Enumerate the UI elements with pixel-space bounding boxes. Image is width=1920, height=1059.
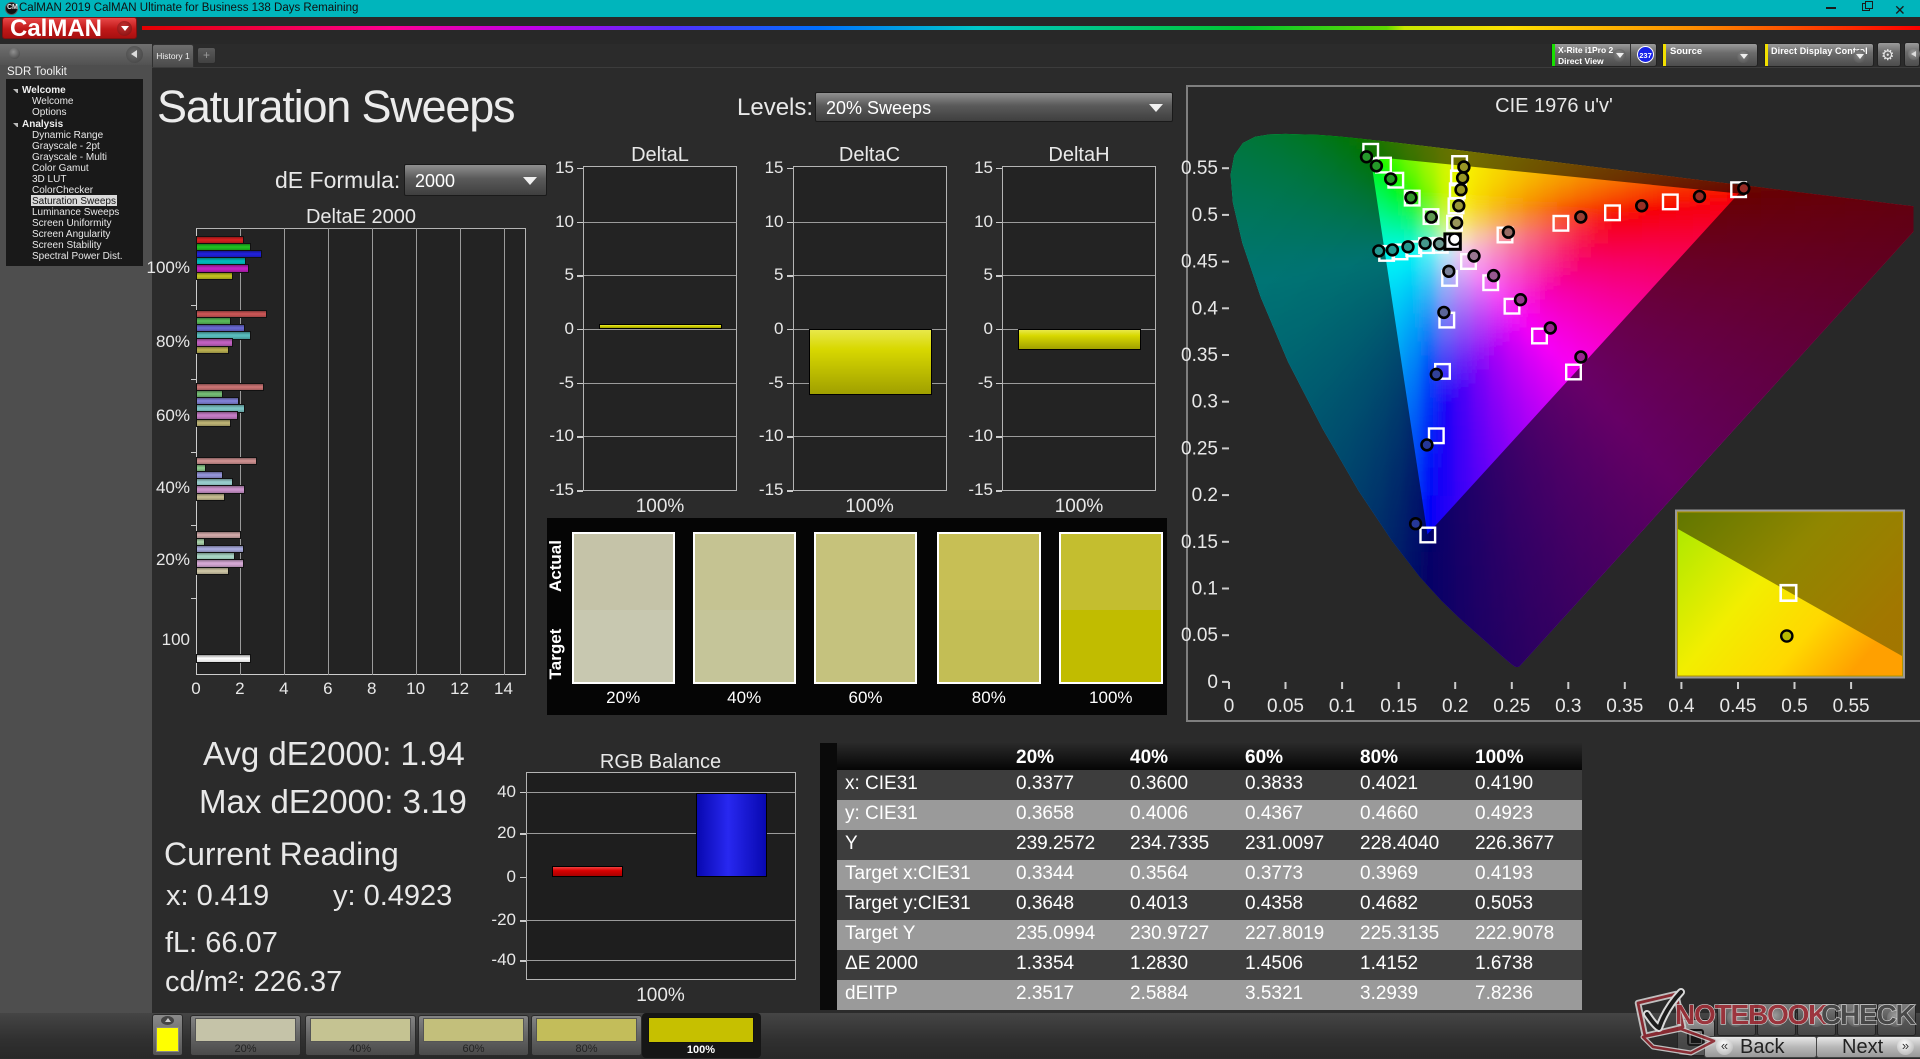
svg-text:0.5: 0.5 xyxy=(1781,696,1807,717)
svg-text:0.55: 0.55 xyxy=(1833,696,1870,717)
svg-text:0.1: 0.1 xyxy=(1192,579,1218,600)
svg-text:NOTEBOOK: NOTEBOOK xyxy=(1675,999,1828,1030)
svg-text:0: 0 xyxy=(1207,672,1218,693)
svg-text:0.05: 0.05 xyxy=(1181,625,1218,646)
svg-text:0.25: 0.25 xyxy=(1493,696,1530,717)
svg-text:0.15: 0.15 xyxy=(1181,532,1218,553)
svg-text:0.1: 0.1 xyxy=(1329,696,1355,717)
svg-text:0.45: 0.45 xyxy=(1720,696,1757,717)
svg-text:0.25: 0.25 xyxy=(1181,438,1218,459)
svg-text:CHECK: CHECK xyxy=(1821,999,1916,1030)
svg-text:0.55: 0.55 xyxy=(1181,158,1218,179)
svg-text:0.05: 0.05 xyxy=(1267,696,1304,717)
svg-text:CIE 1976 u'v': CIE 1976 u'v' xyxy=(1495,95,1613,117)
svg-text:0.3: 0.3 xyxy=(1192,392,1218,413)
svg-text:0.3: 0.3 xyxy=(1555,696,1581,717)
svg-text:0.4: 0.4 xyxy=(1668,696,1695,717)
svg-text:0.35: 0.35 xyxy=(1181,345,1218,366)
svg-text:0: 0 xyxy=(1224,696,1235,717)
svg-text:0.4: 0.4 xyxy=(1192,298,1219,319)
svg-text:0.2: 0.2 xyxy=(1442,696,1468,717)
svg-text:0.35: 0.35 xyxy=(1606,696,1643,717)
svg-text:0.45: 0.45 xyxy=(1181,252,1218,273)
svg-text:0.5: 0.5 xyxy=(1192,205,1218,226)
svg-text:0.15: 0.15 xyxy=(1380,696,1417,717)
svg-text:0.2: 0.2 xyxy=(1192,485,1218,506)
